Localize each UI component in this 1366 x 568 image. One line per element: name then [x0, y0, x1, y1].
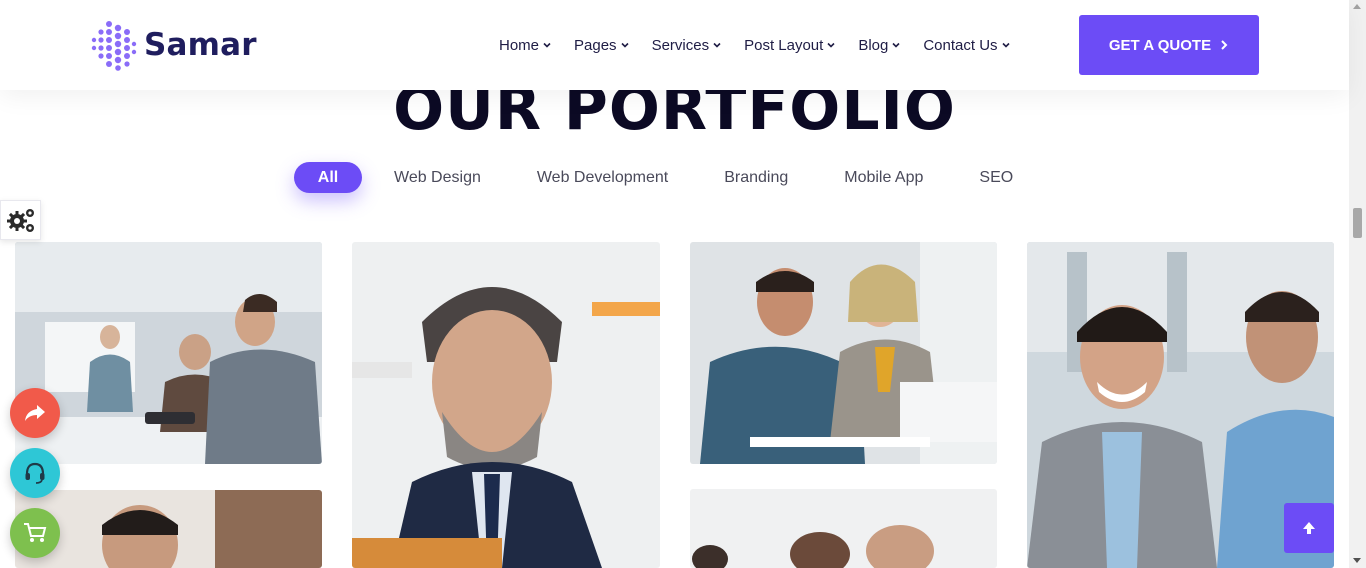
nav-item-home[interactable]: Home: [499, 35, 552, 55]
gears-icon: [6, 209, 34, 232]
get-a-quote-button[interactable]: GET A QUOTE: [1079, 15, 1259, 75]
coworkers-photo: [690, 242, 997, 464]
nav-item-contact-us[interactable]: Contact Us: [923, 35, 1010, 55]
chevron-down-icon: [1001, 42, 1010, 48]
chevron-down-icon: [827, 42, 835, 48]
portfolio-filters: All Web Design Web Development Branding …: [294, 162, 1045, 193]
scroll-up-arrow-icon[interactable]: [1353, 4, 1361, 9]
nav-item-blog[interactable]: Blog: [858, 35, 901, 55]
filter-seo[interactable]: SEO: [979, 162, 1045, 193]
site-header: Samar Home Pages Services Post Layout Bl…: [0, 0, 1349, 90]
portfolio-item-meeting[interactable]: [15, 242, 322, 464]
scrollbar-thumb[interactable]: [1353, 208, 1362, 238]
businessman-photo: [352, 242, 660, 568]
filter-web-design[interactable]: Web Design: [394, 162, 513, 193]
main-nav: Home Pages Services Post Layout Blog Con…: [499, 35, 1033, 55]
nav-label: Services: [651, 36, 710, 54]
get-a-quote-label: GET A QUOTE: [1108, 36, 1212, 54]
filter-web-development[interactable]: Web Development: [537, 162, 700, 193]
filter-mobile-app[interactable]: Mobile App: [844, 162, 955, 193]
site-logo[interactable]: Samar: [88, 18, 257, 72]
portfolio-item-coworkers[interactable]: [690, 242, 997, 464]
filter-all[interactable]: All: [294, 162, 362, 193]
nav-label: Post Layout: [744, 36, 824, 54]
chevron-right-icon: [1221, 40, 1228, 50]
cart-button[interactable]: [10, 508, 60, 558]
team-photo: [690, 489, 997, 568]
settings-toggle[interactable]: [0, 200, 41, 240]
support-button[interactable]: [10, 448, 60, 498]
man-portrait-photo: [15, 490, 322, 568]
cart-icon: [24, 523, 47, 542]
headset-icon: [25, 462, 45, 484]
scroll-down-arrow-icon[interactable]: [1353, 558, 1361, 563]
logo-mark-icon: [91, 21, 137, 71]
portfolio-item-businessman[interactable]: [352, 242, 660, 568]
nav-label: Blog: [858, 36, 889, 54]
arrow-up-icon: [1303, 522, 1315, 534]
nav-item-services[interactable]: Services: [652, 35, 723, 55]
nav-item-post-layout[interactable]: Post Layout: [744, 35, 836, 55]
nav-label: Contact Us: [923, 36, 998, 54]
nav-label: Home: [499, 36, 540, 54]
nav-label: Pages: [574, 36, 617, 54]
filter-branding[interactable]: Branding: [724, 162, 820, 193]
logo-text: Samar: [144, 27, 257, 63]
chevron-down-icon: [892, 42, 900, 48]
portfolio-item-man-portrait[interactable]: [15, 490, 322, 568]
back-to-top-button[interactable]: [1284, 503, 1334, 553]
portfolio-item-team[interactable]: [690, 489, 997, 568]
nav-item-pages[interactable]: Pages: [574, 35, 630, 55]
chevron-down-icon: [543, 42, 551, 48]
chevron-down-icon: [713, 42, 721, 48]
share-icon: [25, 405, 45, 421]
page-scrollbar[interactable]: [1349, 0, 1366, 568]
meeting-photo: [15, 242, 322, 464]
chevron-down-icon: [620, 42, 629, 48]
share-button[interactable]: [10, 388, 60, 438]
